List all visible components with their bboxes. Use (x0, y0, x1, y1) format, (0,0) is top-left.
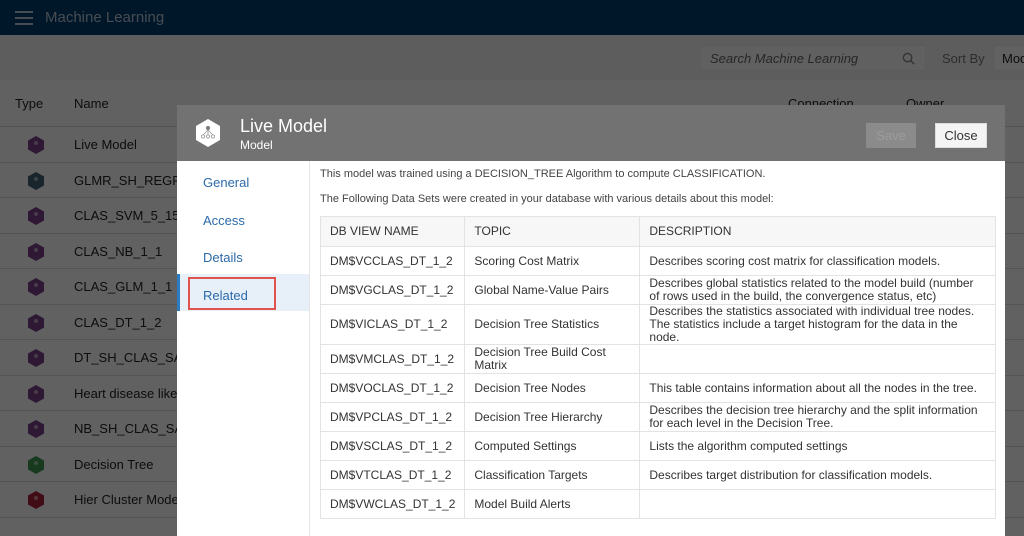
nav-item-access[interactable]: Access (177, 199, 309, 237)
nav-item-details[interactable]: Details (177, 236, 309, 274)
nav-item-general[interactable]: General (177, 161, 309, 199)
save-button[interactable]: Save (866, 123, 916, 148)
table-row: DM$VICLAS_DT_1_2 Decision Tree Statistics… (319, 304, 996, 345)
table-header-row: DB VIEW NAME TOPIC DESCRIPTION (319, 216, 996, 247)
description-cell: Describes global statistics related to t… (639, 275, 996, 305)
table-row: DM$VGCLAS_DT_1_2 Global Name-Value Pairs D… (319, 275, 996, 305)
highlight-box (188, 276, 276, 310)
nav-item-related[interactable]: Related (177, 273, 309, 311)
description-cell: Describes the statistics associated with… (639, 304, 996, 345)
topic-cell: Decision Tree Statistics (464, 304, 641, 345)
view-name-cell: DM$VMCLAS_DT_1_2 (319, 344, 466, 374)
description-cell: Describes scoring cost matrix for classi… (639, 246, 996, 276)
view-name-cell: DM$VPCLAS_DT_1_2 (319, 402, 466, 432)
topic-cell: Global Name-Value Pairs (464, 275, 641, 305)
table-row: DM$VTCLAS_DT_1_2 Classification Targets De… (319, 460, 996, 490)
table-row: DM$VWCLAS_DT_1_2 Model Build Alerts (319, 489, 996, 519)
topic-cell: Decision Tree Build Cost Matrix (464, 344, 641, 374)
related-panel: This model was trained using a DECISION_… (319, 161, 1000, 536)
related-datasets-table: DB VIEW NAME TOPIC DESCRIPTION DM$VCCLAS… (319, 216, 996, 519)
topic-cell: Decision Tree Nodes (464, 373, 641, 403)
dialog-title: Live Model (240, 116, 328, 136)
column-header-topic: TOPIC (464, 216, 641, 247)
topic-cell: Scoring Cost Matrix (464, 246, 641, 276)
table-row: DM$VMCLAS_DT_1_2 Decision Tree Build Cost… (319, 344, 996, 374)
description-cell: Describes the decision tree hierarchy an… (639, 402, 996, 432)
view-name-cell: DM$VTCLAS_DT_1_2 (319, 460, 466, 490)
dialog-header: Live Model Model Save Close (177, 105, 1005, 161)
nav-item-label: Access (203, 212, 245, 228)
description-cell (639, 489, 996, 519)
model-dialog: Live Model Model Save Close General Acce… (177, 105, 1005, 536)
view-name-cell: DM$VICLAS_DT_1_2 (319, 304, 466, 345)
view-name-cell: DM$VSCLAS_DT_1_2 (319, 431, 466, 461)
topic-cell: Computed Settings (464, 431, 641, 461)
nav-item-label: Details (203, 250, 243, 265)
table-row: DM$VPCLAS_DT_1_2 Decision Tree Hierarchy D… (319, 402, 996, 432)
column-header-view-name: DB VIEW NAME (319, 216, 466, 247)
description-cell: Describes target distribution for classi… (639, 460, 996, 490)
dialog-subtitle: Model (240, 138, 273, 152)
table-row: DM$VSCLAS_DT_1_2 Computed Settings Lists t… (319, 431, 996, 461)
topic-cell: Classification Targets (464, 460, 641, 490)
topic-cell: Model Build Alerts (464, 489, 641, 519)
dialog-nav: General Access Details Related (177, 161, 310, 536)
topic-cell: Decision Tree Hierarchy (464, 402, 641, 432)
column-header-description: DESCRIPTION (639, 216, 996, 247)
table-row: DM$VOCLAS_DT_1_2 Decision Tree Nodes This … (319, 373, 996, 403)
model-icon (196, 119, 220, 147)
view-name-cell: DM$VOCLAS_DT_1_2 (319, 373, 466, 403)
nav-item-label: General (203, 175, 250, 190)
close-button[interactable]: Close (935, 123, 987, 148)
description-cell: Lists the algorithm computed settings (639, 431, 996, 461)
algorithm-description: This model was trained using a DECISION_… (320, 168, 766, 180)
datasets-description: The Following Data Sets were created in … (320, 193, 774, 205)
view-name-cell: DM$VGCLAS_DT_1_2 (319, 275, 466, 305)
view-name-cell: DM$VWCLAS_DT_1_2 (319, 489, 466, 519)
view-name-cell: DM$VCCLAS_DT_1_2 (319, 246, 466, 276)
description-cell (639, 344, 996, 374)
description-cell: This table contains information about al… (639, 373, 996, 403)
table-row: DM$VCCLAS_DT_1_2 Scoring Cost Matrix Descr… (319, 246, 996, 276)
